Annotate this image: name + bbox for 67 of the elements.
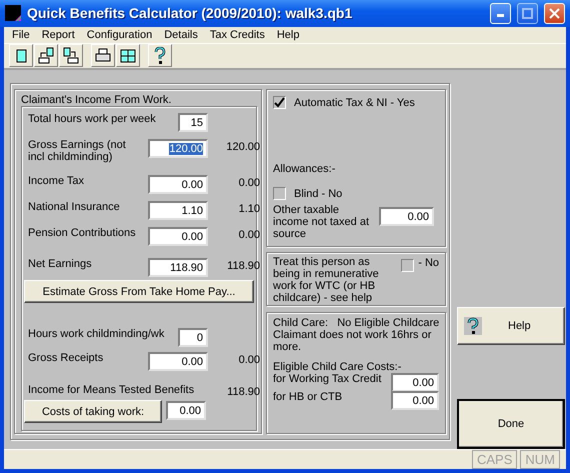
amount-text: 118.90 <box>226 385 260 398</box>
app-logo-icon <box>5 5 21 22</box>
checkbox-label: Blind - No <box>294 188 342 200</box>
menu-item[interactable]: Report <box>36 28 81 41</box>
window-title: Quick Benefits Calculator (2009/2010): walk3.qb1 <box>27 5 354 22</box>
estimate-button[interactable]: Estimate Gross From Take Home Pay... <box>24 280 254 303</box>
input-field[interactable]: 120.00 <box>148 139 208 158</box>
childcare-status: Child Care: No Eligible Childcare <box>273 317 439 329</box>
maximize-icon <box>522 8 533 19</box>
amount-text: 1.10 <box>238 202 260 215</box>
printer-icon[interactable] <box>91 44 115 68</box>
menu-item[interactable]: Tax Credits <box>204 28 271 41</box>
input-field[interactable]: 0.00 <box>166 401 206 420</box>
amount-text: 0.00 <box>238 176 260 189</box>
input-field[interactable]: 1.10 <box>148 201 208 220</box>
input-field[interactable]: 15 <box>178 113 208 132</box>
field-label: Other taxable income not taxed at source <box>273 204 370 240</box>
field-label: Income for Means Tested Benefits <box>28 384 196 396</box>
field-label: Pension Contributions <box>28 227 137 239</box>
field-label: Gross Earnings (not incl childminding) <box>28 139 127 163</box>
minimize-button[interactable] <box>490 2 511 24</box>
input-field[interactable]: 118.90 <box>148 258 208 277</box>
status-indicator: NUM <box>520 450 560 469</box>
panel-title: Claimant's Income From Work. <box>21 94 172 106</box>
field-label: Net Earnings <box>28 258 93 270</box>
checkbox[interactable] <box>401 259 414 272</box>
help-icon[interactable] <box>148 44 172 68</box>
input-field[interactable]: 0.00 <box>148 175 208 194</box>
amount-text: 118.90 <box>226 259 260 272</box>
field-label: Hours work childminding/wk <box>28 328 166 340</box>
checkbox[interactable] <box>273 187 286 200</box>
input-field[interactable]: 0.00 <box>391 391 439 410</box>
childcare-note: Claimant does not work 16hrs or more. <box>273 329 432 353</box>
new-document-icon[interactable] <box>9 44 33 68</box>
input-field[interactable]: 0 <box>178 328 208 347</box>
menu-item[interactable]: Help <box>270 28 306 41</box>
maximize-button[interactable] <box>517 2 538 24</box>
field-label: National Insurance <box>28 201 121 213</box>
menu-item[interactable]: Details <box>158 28 204 41</box>
option-text: Treat this person as being in remunerative work for WTC (or HB childcare) - see help <box>273 256 380 302</box>
amount-text: 120.00 <box>225 140 260 153</box>
close-button[interactable] <box>544 2 565 24</box>
checkbox-label: Automatic Tax & NI - Yes <box>294 96 415 108</box>
amount-text: 0.00 <box>208 352 260 376</box>
field-label: for Working Tax Credit <box>273 373 382 387</box>
costs-button[interactable]: Costs of taking work: <box>24 400 162 423</box>
grid-icon[interactable] <box>116 44 140 68</box>
input-field[interactable]: 0.00 <box>379 207 434 226</box>
section-label: Eligible Child Care Costs:- <box>273 361 402 373</box>
status-indicator: CAPS <box>472 450 518 469</box>
done-button[interactable]: Done <box>457 399 565 449</box>
close-icon <box>549 8 560 19</box>
checkbox-label: - No <box>418 257 439 271</box>
checkbox[interactable] <box>273 96 286 109</box>
amount-text: 0.00 <box>208 227 260 251</box>
input-field[interactable]: 0.00 <box>391 373 439 392</box>
help-button[interactable]: Help <box>457 307 565 345</box>
field-label: for HB or CTB <box>273 391 342 405</box>
input-field[interactable]: 0.00 <box>148 227 208 246</box>
input-field[interactable]: 0.00 <box>148 352 208 371</box>
menu-item[interactable]: File <box>6 28 36 41</box>
section-label: Allowances:- <box>273 163 336 175</box>
help-icon <box>464 317 482 335</box>
menu-item[interactable]: Configuration <box>80 28 158 41</box>
field-label: Gross Receipts <box>28 352 104 364</box>
field-label: Income Tax <box>28 175 86 187</box>
field-label: Total hours work per week <box>28 113 157 125</box>
